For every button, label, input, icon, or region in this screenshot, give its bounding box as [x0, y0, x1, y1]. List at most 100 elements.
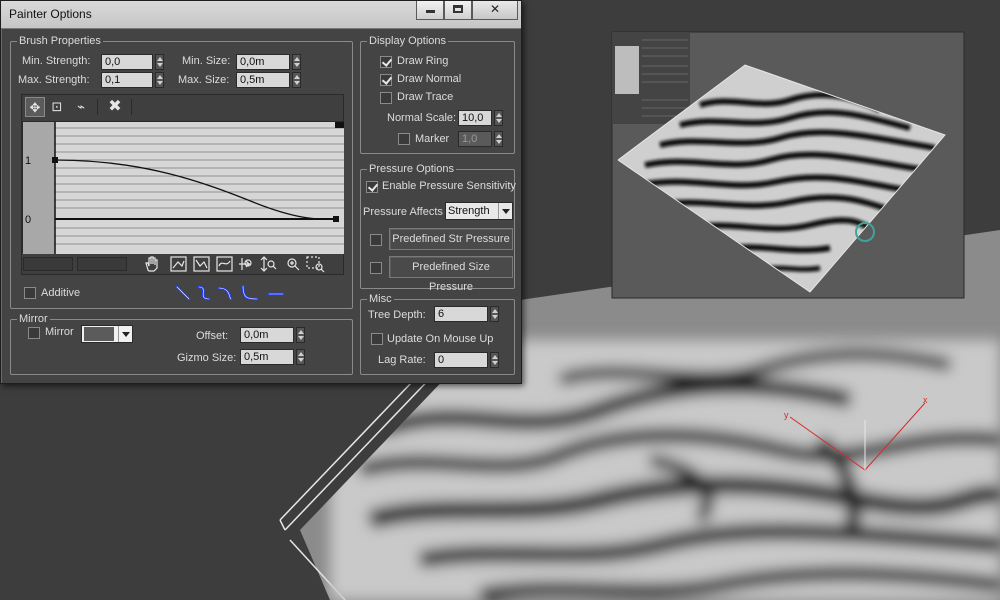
gizmo-size-label: Gizmo Size:	[177, 352, 237, 364]
normal-scale-label: Normal Scale:	[387, 112, 457, 124]
scale-point-icon[interactable]: ⊡	[47, 97, 67, 117]
curve-start-point	[52, 157, 58, 163]
tree-depth-arrows[interactable]	[490, 306, 499, 322]
max-size-input[interactable]	[236, 72, 290, 88]
zoom-extents-icon	[170, 256, 187, 272]
min-strength-label: Min. Strength:	[22, 55, 91, 67]
close-icon: ✕	[489, 2, 501, 16]
close-button[interactable]: ✕	[472, 1, 518, 20]
minimize-icon	[425, 10, 435, 13]
enable-pressure-label: Enable Pressure Sensitivity	[382, 180, 516, 192]
move-icon[interactable]: ✥	[25, 97, 45, 117]
predefined-str-checkbox[interactable]	[370, 234, 382, 246]
curve-nav-toolbar	[142, 254, 332, 274]
draw-ring-label: Draw Ring	[397, 55, 449, 67]
predefined-size-pressure-button[interactable]: Predefined Size Pressure	[389, 256, 513, 293]
marker-input[interactable]	[458, 131, 492, 147]
curve-presets-svg	[175, 284, 285, 301]
gizmo-size-input[interactable]	[240, 349, 294, 365]
draw-trace-checkbox[interactable]	[380, 92, 392, 104]
max-size-arrows[interactable]	[292, 72, 301, 88]
zoom-vertical-icon	[260, 256, 277, 272]
lag-rate-arrows[interactable]	[490, 352, 499, 368]
falloff-curve-graph[interactable]	[22, 121, 344, 254]
additive-label: Additive	[41, 287, 81, 299]
lag-rate-input[interactable]	[434, 352, 488, 368]
normal-scale-input[interactable]	[458, 110, 492, 126]
maximize-icon	[453, 5, 463, 13]
pressure-affects-value: Strength	[448, 205, 490, 217]
curve-y-value-field[interactable]	[77, 257, 127, 271]
chevron-down-icon[interactable]	[498, 203, 512, 219]
marker-checkbox[interactable]	[398, 133, 410, 145]
mirror-checkbox[interactable]	[28, 327, 40, 339]
svg-text:x: x	[923, 395, 928, 405]
min-strength-input[interactable]	[101, 54, 153, 70]
min-size-label: Min. Size:	[182, 55, 231, 67]
mirror-label: Mirror	[45, 326, 74, 338]
window-title: Painter Options	[9, 7, 92, 21]
draw-trace-label: Draw Trace	[397, 91, 454, 103]
max-strength-input[interactable]	[101, 72, 153, 88]
svg-text:y: y	[784, 410, 789, 420]
curve-x-value-field[interactable]	[23, 257, 73, 271]
delete-point-icon[interactable]: ✖	[105, 97, 125, 117]
predefined-size-checkbox[interactable]	[370, 262, 382, 274]
pressure-options-label: Pressure Options	[367, 162, 456, 176]
predefined-str-pressure-label: Predefined Str Pressure	[392, 233, 510, 245]
min-strength-arrows[interactable]	[155, 54, 164, 70]
update-on-mouse-up-checkbox[interactable]	[371, 333, 383, 345]
normal-scale-arrows[interactable]	[494, 110, 503, 126]
mirror-axis-value: X	[84, 327, 114, 341]
curve-y-tick-1: 1	[25, 155, 32, 167]
mirror-axis-dropdown[interactable]: X	[81, 325, 133, 343]
misc-group-label: Misc	[367, 292, 394, 306]
pan-hand-icon	[145, 256, 158, 272]
offset-arrows[interactable]	[296, 327, 305, 343]
marker-label: Marker	[415, 133, 450, 145]
render-preview-image	[611, 31, 965, 299]
lag-rate-label: Lag Rate:	[378, 354, 426, 366]
offset-label: Offset:	[196, 330, 229, 342]
predefined-str-pressure-button[interactable]: Predefined Str Pressure	[389, 228, 513, 250]
brush-properties-label: Brush Properties	[17, 34, 103, 48]
insert-point-icon[interactable]: ⌁	[71, 97, 91, 117]
zoom-icon	[287, 258, 300, 271]
draw-normal-checkbox[interactable]	[380, 74, 392, 86]
title-bar[interactable]: Painter Options ✕	[1, 1, 521, 29]
zoom-vertical-extents-icon	[216, 256, 233, 272]
gizmo-size-arrows[interactable]	[296, 349, 305, 365]
painter-options-window: Painter Options ✕ Brush Properties Min. …	[0, 0, 522, 384]
zoom-horizontal-icon	[239, 258, 252, 270]
preset-curve-4-icon	[241, 284, 259, 301]
tree-depth-label: Tree Depth:	[368, 309, 426, 321]
curve-y-tick-0: 0	[25, 214, 32, 226]
draw-normal-label: Draw Normal	[397, 73, 462, 85]
toolbar-divider	[97, 99, 98, 115]
zoom-horizontal-extents-icon	[193, 256, 210, 272]
additive-checkbox[interactable]	[24, 287, 36, 299]
maximize-button[interactable]	[444, 1, 472, 20]
draw-ring-checkbox[interactable]	[380, 56, 392, 68]
pressure-affects-dropdown[interactable]: Strength	[445, 202, 513, 220]
minimize-button[interactable]	[416, 1, 444, 20]
toolbar-divider	[131, 99, 132, 115]
min-size-arrows[interactable]	[292, 54, 301, 70]
mirror-group-label: Mirror	[17, 312, 50, 326]
enable-pressure-checkbox[interactable]	[366, 181, 378, 193]
update-on-mouse-up-label: Update On Mouse Up	[387, 333, 494, 345]
tree-depth-input[interactable]	[434, 306, 488, 322]
zoom-region-icon	[306, 256, 325, 273]
curve-end-point	[333, 216, 339, 222]
min-size-input[interactable]	[236, 54, 290, 70]
curve-scroll-thumb	[335, 122, 344, 128]
pressure-affects-label: Pressure Affects	[363, 206, 443, 218]
max-strength-label: Max. Strength:	[18, 74, 90, 86]
offset-input[interactable]	[240, 327, 294, 343]
marker-arrows[interactable]	[494, 131, 503, 147]
falloff-curve-svg[interactable]	[23, 122, 344, 254]
chevron-down-icon[interactable]	[118, 326, 132, 342]
curve-presets	[173, 284, 288, 302]
max-strength-arrows[interactable]	[155, 72, 164, 88]
max-size-label: Max. Size:	[178, 74, 230, 86]
